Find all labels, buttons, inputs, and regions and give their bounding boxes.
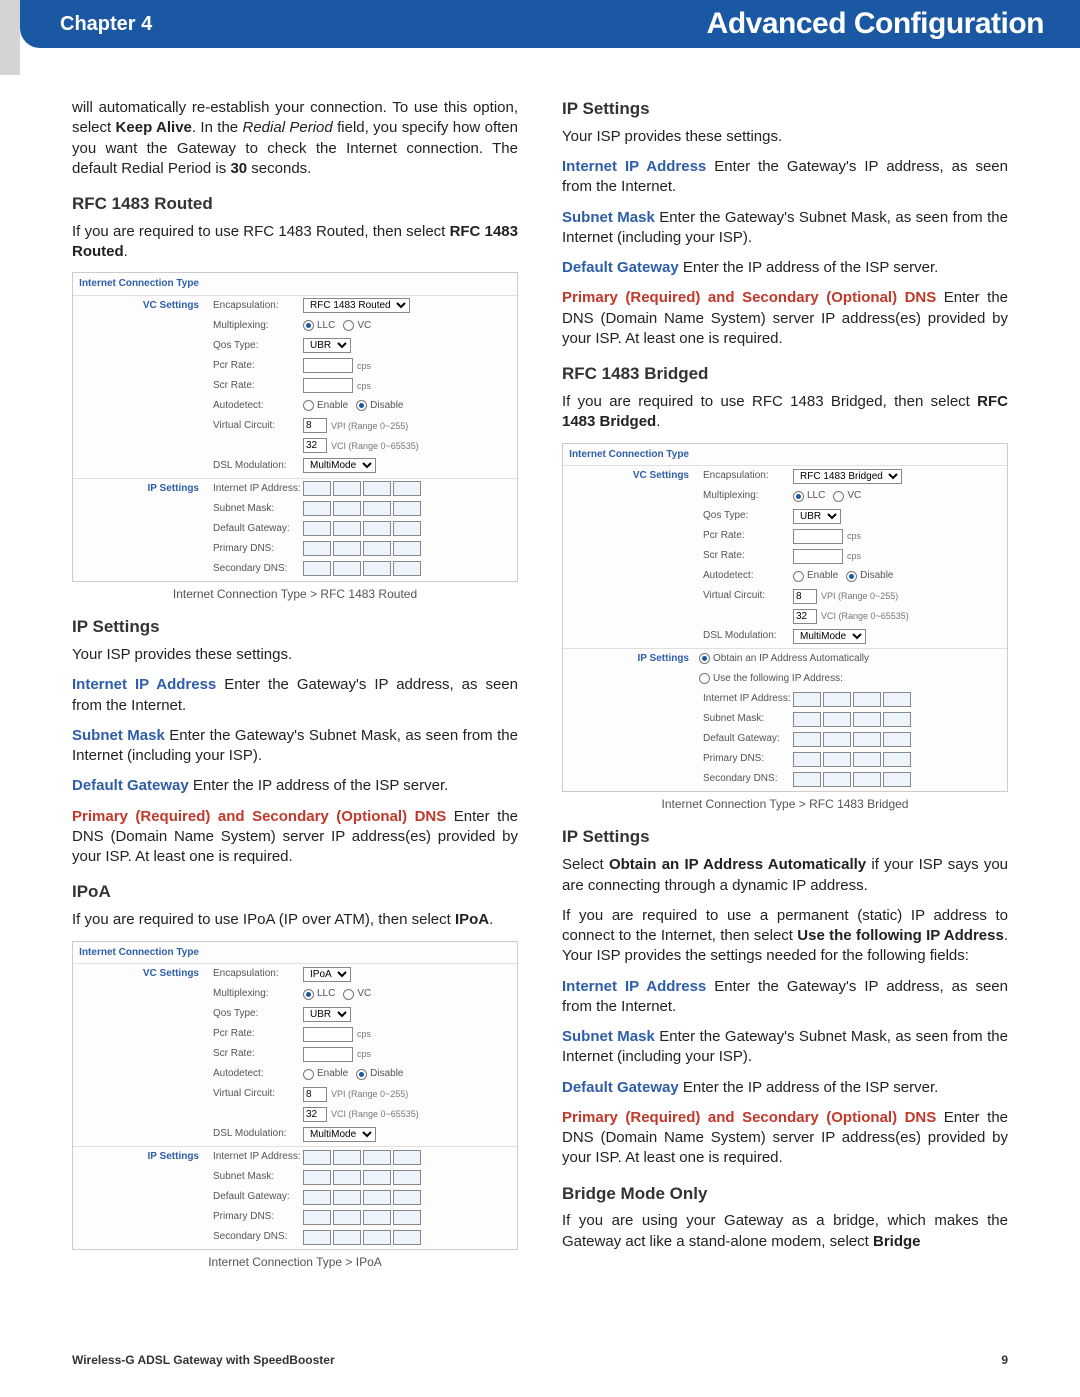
chapter-label: Chapter 4 [60,13,152,36]
product-name: Wireless-G ADSL Gateway with SpeedBooste… [72,1353,335,1367]
intro-paragraph: will automatically re-establish your con… [72,98,518,179]
radio-disable[interactable] [356,400,367,411]
pcr-input[interactable] [793,529,843,544]
default-gateway: Default Gateway Enter the IP address of … [72,776,518,796]
content-columns: will automatically re-establish your con… [0,48,1080,1284]
static-ip-paragraph: If you are required to use a permanent (… [562,906,1008,967]
radio-enable[interactable] [303,1069,314,1080]
page-header: Chapter 4 Advanced Configuration [20,0,1080,48]
vci-input[interactable] [303,1107,327,1122]
qos-select[interactable]: UBR [793,509,841,524]
internet-ip-address: Internet IP Address Enter the Gateway's … [72,675,518,716]
caption-routed: Internet Connection Type > RFC 1483 Rout… [72,586,518,602]
screenshot-ipoa: Internet Connection Type VC SettingsEnca… [72,941,518,1251]
encapsulation-select[interactable]: RFC 1483 Routed [303,298,410,313]
radio-obtain-auto[interactable] [699,653,710,664]
internet-ip-address-r2: Internet IP Address Enter the Gateway's … [562,977,1008,1018]
radio-enable[interactable] [793,571,804,582]
default-gateway-r: Default Gateway Enter the IP address of … [562,258,1008,278]
ip-settings-heading-r2: IP Settings [562,826,1008,849]
pcr-input[interactable] [303,1027,353,1042]
rfc-bridged-paragraph: If you are required to use RFC 1483 Brid… [562,392,1008,433]
vpi-input[interactable] [303,1087,327,1102]
right-column: IP Settings Your ISP provides these sett… [562,98,1008,1284]
qos-select[interactable]: UBR [303,338,351,353]
rfc-routed-paragraph: If you are required to use RFC 1483 Rout… [72,222,518,263]
screenshot-rfc-routed: Internet Connection Type VC SettingsEnca… [72,272,518,582]
radio-disable[interactable] [846,571,857,582]
radio-llc[interactable] [793,491,804,502]
ipoa-heading: IPoA [72,881,518,904]
pcr-input[interactable] [303,358,353,373]
bridge-mode-heading: Bridge Mode Only [562,1183,1008,1206]
subnet-mask-r: Subnet Mask Enter the Gateway's Subnet M… [562,208,1008,249]
radio-llc[interactable] [303,320,314,331]
dsl-select[interactable]: MultiMode [793,629,866,644]
rfc-routed-heading: RFC 1483 Routed [72,193,518,216]
internet-ip-address-r: Internet IP Address Enter the Gateway's … [562,157,1008,198]
radio-llc[interactable] [303,989,314,1000]
subnet-mask: Subnet Mask Enter the Gateway's Subnet M… [72,726,518,767]
radio-use-following[interactable] [699,673,710,684]
subnet-mask-r2: Subnet Mask Enter the Gateway's Subnet M… [562,1027,1008,1068]
dsl-select[interactable]: MultiMode [303,1127,376,1142]
caption-ipoa: Internet Connection Type > IPoA [72,1254,518,1270]
screenshot-rfc-bridged: Internet Connection Type VC SettingsEnca… [562,443,1008,793]
qos-select[interactable]: UBR [303,1007,351,1022]
encapsulation-select[interactable]: IPoA [303,967,351,982]
caption-bridged: Internet Connection Type > RFC 1483 Brid… [562,796,1008,812]
page-number: 9 [1001,1353,1008,1367]
ip-settings-heading-r1: IP Settings [562,98,1008,121]
ip-intro: Your ISP provides these settings. [72,645,518,665]
radio-disable[interactable] [356,1069,367,1080]
ip-settings-heading: IP Settings [72,616,518,639]
vpi-input[interactable] [793,589,817,604]
page-footer: Wireless-G ADSL Gateway with SpeedBooste… [72,1353,1008,1367]
radio-enable[interactable] [303,400,314,411]
vpi-input[interactable] [303,418,327,433]
left-column: will automatically re-establish your con… [72,98,518,1284]
scr-input[interactable] [303,378,353,393]
bridge-mode-paragraph: If you are using your Gateway as a bridg… [562,1211,1008,1252]
ipoa-paragraph: If you are required to use IPoA (IP over… [72,910,518,930]
scr-input[interactable] [303,1047,353,1062]
sidebar-curve [0,0,20,75]
scr-input[interactable] [793,549,843,564]
radio-vc[interactable] [343,320,354,331]
vci-input[interactable] [793,609,817,624]
obtain-auto-paragraph: Select Obtain an IP Address Automaticall… [562,855,1008,896]
vci-input[interactable] [303,438,327,453]
ip-intro-r: Your ISP provides these settings. [562,127,1008,147]
dsl-select[interactable]: MultiMode [303,458,376,473]
radio-vc[interactable] [343,989,354,1000]
page: Chapter 4 Advanced Configuration will au… [0,0,1080,1397]
encapsulation-select[interactable]: RFC 1483 Bridged [793,469,902,484]
default-gateway-r2: Default Gateway Enter the IP address of … [562,1078,1008,1098]
dns-paragraph-r: Primary (Required) and Secondary (Option… [562,288,1008,349]
dns-paragraph-r2: Primary (Required) and Secondary (Option… [562,1108,1008,1169]
page-title: Advanced Configuration [707,7,1044,41]
radio-vc[interactable] [833,491,844,502]
rfc-bridged-heading: RFC 1483 Bridged [562,363,1008,386]
dns-paragraph: Primary (Required) and Secondary (Option… [72,807,518,868]
